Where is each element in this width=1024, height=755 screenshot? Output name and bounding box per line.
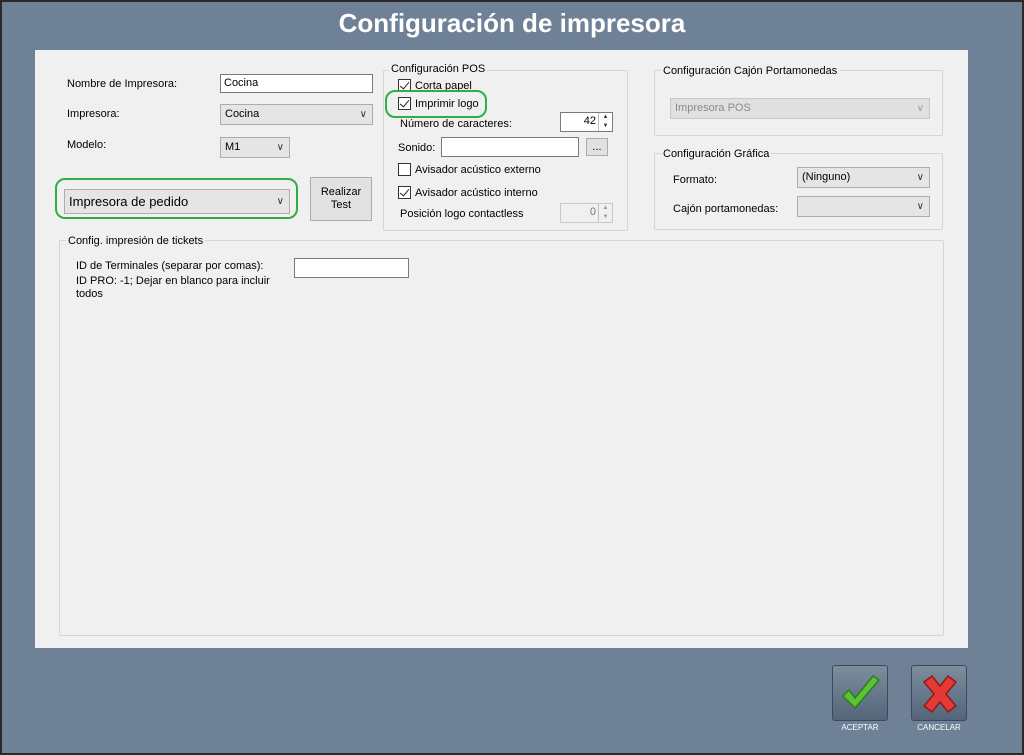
browse-button-label: ...: [592, 140, 602, 153]
sonido-label: Sonido:: [398, 142, 436, 154]
avisador-interno-checkbox[interactable]: [398, 186, 411, 199]
chevron-down-icon: ∨: [359, 109, 367, 120]
num-caracteres-label: Número de caracteres:: [400, 118, 512, 130]
printer-type-value: Impresora de pedido: [69, 194, 189, 209]
chevron-down-icon: ∨: [916, 103, 924, 114]
avisador-externo-label: Avisador acústico externo: [415, 164, 541, 176]
chevron-down-icon: ∨: [916, 172, 924, 183]
posicion-logo-spinner[interactable]: 0 ▲ ▼: [560, 203, 613, 223]
chevron-down-icon: ∨: [916, 201, 924, 212]
model-label: Modelo:: [67, 139, 107, 151]
grafica-group-title: Configuración Gráfica: [661, 148, 772, 160]
chevron-down-icon: ∨: [276, 196, 284, 207]
model-select[interactable]: M1 ∨: [220, 137, 290, 158]
printer-type-select[interactable]: Impresora de pedido ∨: [64, 189, 290, 214]
avisador-interno-label: Avisador acústico interno: [415, 187, 538, 199]
cajon-select[interactable]: Impresora POS ∨: [670, 98, 930, 119]
accept-label: ACEPTAR: [841, 723, 879, 732]
posicion-logo-label: Posición logo contactless: [400, 208, 524, 220]
grafica-group: [654, 153, 943, 230]
model-select-value: M1: [225, 141, 241, 153]
tickets-group-title: Config. impresión de tickets: [66, 235, 206, 247]
grafica-cajon-select[interactable]: ∨: [797, 196, 930, 217]
cancel-button[interactable]: [911, 665, 967, 721]
spin-arrows-icon[interactable]: ▲ ▼: [598, 113, 612, 131]
printer-select-value: Cocina: [225, 108, 260, 120]
checkmark-icon: [841, 674, 881, 710]
posicion-logo-value: 0: [589, 206, 596, 218]
formato-label: Formato:: [673, 174, 718, 186]
printer-label: Impresora:: [67, 108, 120, 120]
terminales-input[interactable]: [294, 258, 409, 278]
close-icon: [922, 674, 958, 714]
terminales-label-line3: todos: [76, 288, 103, 300]
test-button-label: Realizar Test: [320, 186, 362, 211]
avisador-externo-checkbox[interactable]: [398, 163, 411, 176]
num-caracteres-value: 42: [583, 115, 596, 127]
sonido-input[interactable]: [441, 137, 579, 157]
accept-button[interactable]: [832, 665, 888, 721]
formato-select-value: (Ninguno): [802, 171, 851, 183]
imprimir-logo-checkbox[interactable]: [398, 97, 411, 110]
formato-select[interactable]: (Ninguno) ∨: [797, 167, 930, 188]
grafica-cajon-label: Cajón portamonedas:: [673, 203, 779, 215]
main-panel: Nombre de Impresora: Cocina Impresora: C…: [35, 50, 968, 648]
cajon-group-title: Configuración Cajón Portamonedas: [661, 65, 840, 77]
cajon-select-value: Impresora POS: [675, 102, 751, 114]
cancel-label: CANCELAR: [917, 723, 961, 732]
terminales-label-line2: ID PRO: -1; Dejar en blanco para incluir: [76, 275, 270, 287]
printer-select[interactable]: Cocina ∨: [220, 104, 373, 125]
spin-arrows-icon[interactable]: ▲ ▼: [598, 204, 612, 222]
chevron-down-icon: ∨: [276, 142, 284, 153]
sonido-browse-button[interactable]: ...: [586, 138, 608, 156]
num-caracteres-spinner[interactable]: 42 ▲ ▼: [560, 112, 613, 132]
terminales-label-line1: ID de Terminales (separar por comas):: [76, 260, 264, 272]
printer-name-label: Nombre de Impresora:: [67, 78, 178, 90]
imprimir-logo-label: Imprimir logo: [415, 98, 479, 110]
tickets-group: [59, 240, 944, 636]
test-button[interactable]: Realizar Test: [310, 177, 372, 221]
printer-name-input[interactable]: Cocina: [220, 74, 373, 93]
corta-papel-checkbox[interactable]: [398, 79, 411, 92]
pos-group-title: Configuración POS: [389, 63, 488, 75]
corta-papel-label: Corta papel: [415, 80, 472, 92]
page-title: Configuración de impresora: [338, 8, 686, 38]
